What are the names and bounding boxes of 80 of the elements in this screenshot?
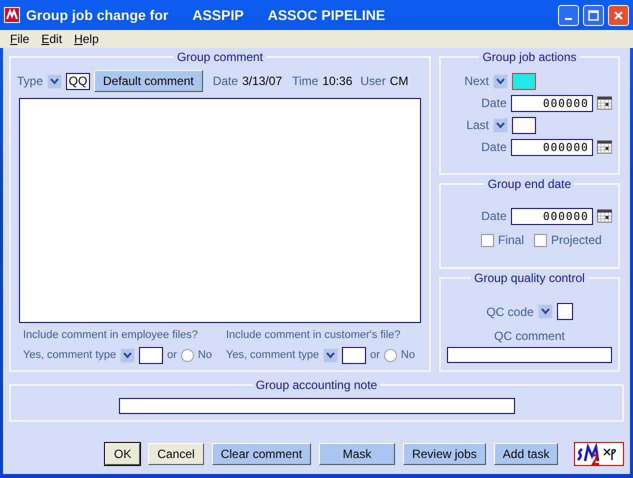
chevron-down-icon xyxy=(496,78,505,84)
comment-type-field[interactable] xyxy=(342,347,366,364)
accounting-note-field[interactable] xyxy=(118,398,514,414)
comment-type-field[interactable] xyxy=(139,347,164,364)
no-label: No xyxy=(198,348,212,364)
dialog-button[interactable]: Clear comment xyxy=(212,443,312,465)
action-label: Next xyxy=(463,73,489,90)
qc-comment-label: QC comment xyxy=(493,328,566,345)
action-label: Last xyxy=(465,117,489,134)
or-label: or xyxy=(370,348,380,364)
dialog-button[interactable]: Review jobs xyxy=(403,443,486,465)
dropdown-button[interactable] xyxy=(493,118,508,132)
calendar-icon[interactable] xyxy=(596,96,612,110)
window-title-code: ASSPIP xyxy=(192,6,244,24)
date-value: 3/13/07 xyxy=(242,73,282,90)
chevron-down-icon xyxy=(50,78,60,84)
group-title: Group accounting note xyxy=(252,378,380,392)
dialog-button[interactable]: Mask xyxy=(319,443,396,465)
user-label: User xyxy=(360,73,386,90)
date-label: Date xyxy=(480,208,507,226)
menu-item[interactable]: File xyxy=(10,30,30,48)
group-title: Group quality control xyxy=(471,270,588,285)
menu-item[interactable]: Help xyxy=(74,30,99,48)
dialog-button[interactable]: OK xyxy=(105,443,140,465)
date-label: Date xyxy=(480,139,507,156)
checkbox[interactable] xyxy=(481,234,494,247)
include-question: Include comment in customer's file? xyxy=(226,328,402,342)
maximize-icon xyxy=(588,10,599,20)
no-radio[interactable] xyxy=(384,349,397,362)
date-field[interactable]: 000000 xyxy=(510,138,593,156)
dropdown-button[interactable] xyxy=(47,74,62,88)
qc-comment-field[interactable] xyxy=(447,346,612,363)
dialog-button[interactable]: Cancel xyxy=(148,443,204,465)
or-label: or xyxy=(167,348,177,364)
chevron-down-icon xyxy=(326,352,336,359)
date-label: Date xyxy=(480,95,507,112)
date-label: Date xyxy=(212,73,238,90)
group-title: Group job actions xyxy=(479,50,580,64)
qc-code-field[interactable] xyxy=(556,303,573,320)
include-question: Include comment in employee files? xyxy=(23,328,199,342)
dropdown-button[interactable] xyxy=(323,348,338,363)
checkbox-label: Projected xyxy=(551,232,602,250)
group-title: Group end date xyxy=(484,177,574,192)
dropdown-button[interactable] xyxy=(538,304,553,320)
type-label: Type xyxy=(17,73,44,90)
maximize-button[interactable] xyxy=(583,4,604,26)
window-title: Group job change for xyxy=(26,6,168,25)
close-button[interactable] xyxy=(608,4,629,26)
chevron-down-icon xyxy=(496,122,505,128)
calendar-icon[interactable] xyxy=(596,140,612,154)
default-comment-button[interactable]: Default comment xyxy=(94,70,203,92)
action-field[interactable] xyxy=(512,72,536,90)
yes-label: Yes, comment type xyxy=(23,348,116,364)
group-title: Group comment xyxy=(174,50,266,64)
date-field[interactable]: 000000 xyxy=(510,208,593,225)
minimize-icon xyxy=(565,18,572,20)
chevron-down-icon xyxy=(123,352,132,359)
qc-code-label: QC code xyxy=(486,304,534,321)
window-title-name: ASSOC PIPELINE xyxy=(268,6,386,24)
time-value: 10:36 xyxy=(322,73,352,90)
dropdown-button[interactable] xyxy=(493,74,508,88)
minimize-button[interactable] xyxy=(558,4,579,26)
dialog-button[interactable]: Add task xyxy=(494,443,558,465)
type-field[interactable]: QQ xyxy=(66,72,90,90)
action-field[interactable] xyxy=(512,116,536,134)
close-icon xyxy=(613,10,624,20)
no-radio[interactable] xyxy=(180,349,194,362)
dropdown-button[interactable] xyxy=(120,348,136,363)
time-label: Time xyxy=(292,73,318,90)
checkbox[interactable] xyxy=(534,234,548,247)
yes-label: Yes, comment type xyxy=(226,348,320,364)
date-field[interactable]: 000000 xyxy=(510,94,593,112)
calendar-icon[interactable] xyxy=(596,209,612,224)
menu-item[interactable]: Edit xyxy=(41,30,62,48)
logo-icon xyxy=(574,442,624,466)
checkbox-label: Final xyxy=(498,232,524,250)
user-value: CM xyxy=(390,73,408,90)
app-icon xyxy=(4,7,20,23)
no-label: No xyxy=(400,348,415,364)
chevron-down-icon xyxy=(540,308,550,316)
